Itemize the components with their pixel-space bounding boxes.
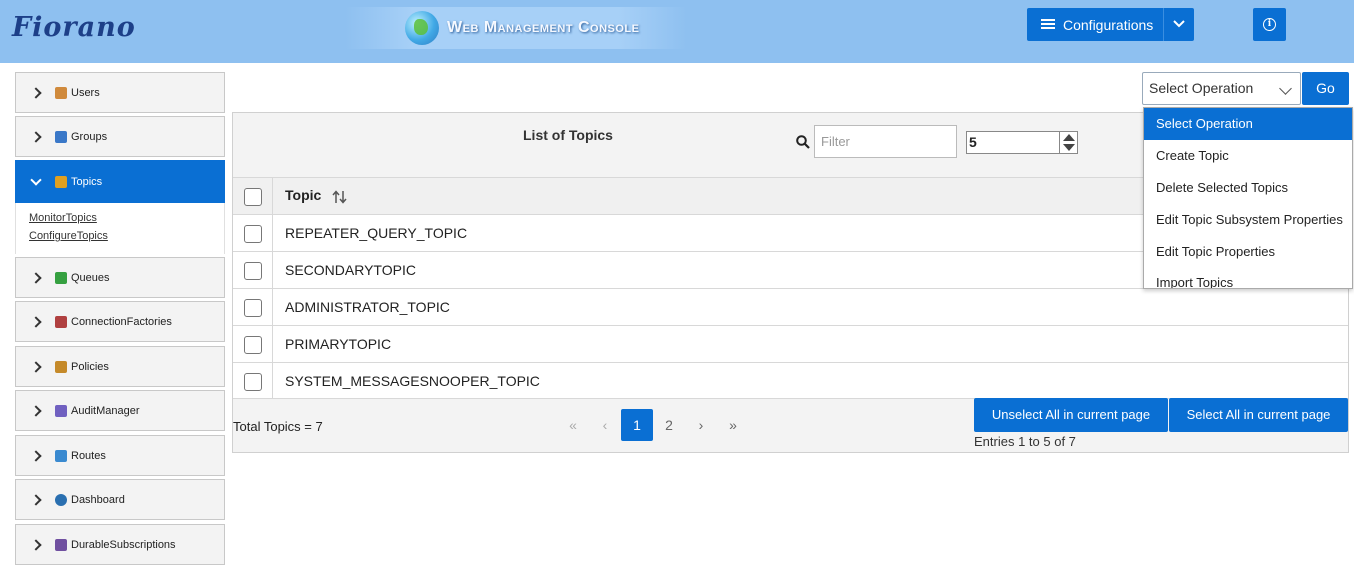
row-checkbox[interactable] <box>244 225 262 243</box>
page-2[interactable]: 2 <box>653 409 685 441</box>
user-icon <box>55 86 67 99</box>
topic-name: REPEATER_QUERY_TOPIC <box>285 225 468 241</box>
globe-icon <box>405 11 439 45</box>
connection-icon <box>55 315 67 328</box>
policy-icon <box>55 360 67 373</box>
menu-item-create-topic[interactable]: Create Topic <box>1144 140 1352 172</box>
entries-info: Entries 1 to 5 of 7 <box>974 434 1076 449</box>
menu-item-select-operation[interactable]: Select Operation <box>1144 108 1352 140</box>
chevron-right-icon <box>30 449 42 462</box>
operation-select[interactable]: Select Operation <box>1142 72 1301 105</box>
sidebar-item-policies[interactable]: Policies <box>15 346 225 387</box>
chevron-down-icon <box>1279 82 1292 95</box>
menu-item-delete-topics[interactable]: Delete Selected Topics <box>1144 172 1352 204</box>
sidebar-item-label: DurableSubscriptions <box>71 538 176 551</box>
sidebar-item-label: Dashboard <box>71 493 125 506</box>
app-header: Fiorano Web Management Console Configura… <box>0 0 1354 63</box>
go-button[interactable]: Go <box>1302 72 1349 105</box>
rows-per-page-value: 5 <box>969 134 977 150</box>
sidebar-item-dashboard[interactable]: Dashboard <box>15 479 225 520</box>
chevron-right-icon <box>30 315 42 328</box>
chevron-right-icon <box>30 360 42 373</box>
topic-name: PRIMARYTOPIC <box>285 336 392 352</box>
topics-icon <box>55 175 67 188</box>
audit-icon <box>55 404 67 417</box>
total-topics: Total Topics = 7 <box>233 419 323 434</box>
chevron-right-icon <box>30 538 42 551</box>
sidebar-item-label: Queues <box>71 271 110 284</box>
row-checkbox[interactable] <box>244 262 262 280</box>
table-row[interactable]: SYSTEM_MESSAGESNOOPER_TOPIC <box>233 362 1348 399</box>
sidebar-item-durablesubscriptions[interactable]: DurableSubscriptions <box>15 524 225 565</box>
chevron-right-icon <box>30 271 42 284</box>
sidebar-item-label: Routes <box>71 449 106 462</box>
chevron-right-icon <box>30 86 42 99</box>
list-icon <box>1041 19 1055 30</box>
page-1[interactable]: 1 <box>621 409 653 441</box>
table-row[interactable]: PRIMARYTOPIC <box>233 325 1348 362</box>
configurations-button[interactable]: Configurations <box>1027 8 1194 41</box>
group-icon <box>55 130 67 143</box>
sidebar-item-label: Topics <box>71 175 103 188</box>
unselect-all-button[interactable]: Unselect All in current page <box>974 398 1168 432</box>
monitor-topics-link[interactable]: MonitorTopics <box>29 212 97 224</box>
topic-name: ADMINISTRATOR_TOPIC <box>285 299 450 315</box>
sidebar-item-label: Policies <box>71 360 109 373</box>
routes-icon <box>55 449 67 462</box>
operation-menu: Select Operation Create Topic Delete Sel… <box>1143 107 1353 289</box>
sidebar-item-label: Users <box>71 86 100 99</box>
pagination: « ‹ 1 2 › » <box>557 409 749 441</box>
sidebar-item-topics[interactable]: Topics <box>15 160 225 203</box>
table-row[interactable]: ADMINISTRATOR_TOPIC <box>233 288 1348 325</box>
sidebar-item-label: Groups <box>71 130 108 143</box>
prev-page-icon[interactable]: ‹ <box>589 409 621 441</box>
info-button[interactable]: i <box>1253 8 1286 41</box>
queue-icon <box>55 271 67 284</box>
sidebar-item-groups[interactable]: Groups <box>15 116 225 157</box>
sort-icon[interactable] <box>332 190 348 204</box>
banner-title: Web Management Console <box>447 19 640 36</box>
sidebar-item-label: AuditManager <box>71 404 140 417</box>
rows-per-page-input[interactable]: 5 <box>966 131 1078 154</box>
sidebar-item-auditmanager[interactable]: AuditManager <box>15 390 225 431</box>
chevron-right-icon <box>30 130 42 143</box>
fiorano-logo: Fiorano <box>12 12 136 43</box>
chevron-down-icon[interactable] <box>1173 18 1185 30</box>
topic-name: SYSTEM_MESSAGESNOOPER_TOPIC <box>285 373 540 389</box>
select-all-checkbox[interactable] <box>244 188 262 206</box>
row-checkbox[interactable] <box>244 373 262 391</box>
sidebar-item-queues[interactable]: Queues <box>15 257 225 298</box>
console-banner: Web Management Console <box>345 7 687 49</box>
subscription-icon <box>55 538 67 551</box>
sidebar-item-label: ConnectionFactories <box>71 315 172 328</box>
configurations-label: Configurations <box>1063 16 1154 33</box>
menu-item-edit-properties[interactable]: Edit Topic Properties <box>1144 236 1352 268</box>
table-title: List of Topics <box>523 127 613 143</box>
column-header-topic[interactable]: Topic <box>285 187 321 203</box>
topic-name: SECONDARYTOPIC <box>285 262 416 278</box>
row-checkbox[interactable] <box>244 336 262 354</box>
operation-select-value: Select Operation <box>1149 80 1254 96</box>
first-page-icon[interactable]: « <box>557 409 589 441</box>
configure-topics-link[interactable]: ConfigureTopics <box>29 230 108 242</box>
chevron-right-icon <box>30 404 42 417</box>
select-all-button[interactable]: Select All in current page <box>1169 398 1348 432</box>
filter-input[interactable]: Filter <box>814 125 957 158</box>
last-page-icon[interactable]: » <box>717 409 749 441</box>
sidebar-item-users[interactable]: Users <box>15 72 225 113</box>
info-icon: i <box>1263 18 1276 31</box>
sidebar-item-routes[interactable]: Routes <box>15 435 225 476</box>
topics-submenu: MonitorTopics ConfigureTopics <box>15 203 225 254</box>
sidebar-item-connectionfactories[interactable]: ConnectionFactories <box>15 301 225 342</box>
next-page-icon[interactable]: › <box>685 409 717 441</box>
chevron-down-icon <box>30 173 42 186</box>
menu-item-import-topics[interactable]: Import Topics <box>1144 267 1352 288</box>
search-icon <box>796 135 810 149</box>
spinner-icon[interactable] <box>1059 132 1077 153</box>
dashboard-icon <box>55 493 67 506</box>
chevron-right-icon <box>30 493 42 506</box>
menu-item-edit-subsystem[interactable]: Edit Topic Subsystem Properties <box>1144 204 1352 236</box>
row-checkbox[interactable] <box>244 299 262 317</box>
